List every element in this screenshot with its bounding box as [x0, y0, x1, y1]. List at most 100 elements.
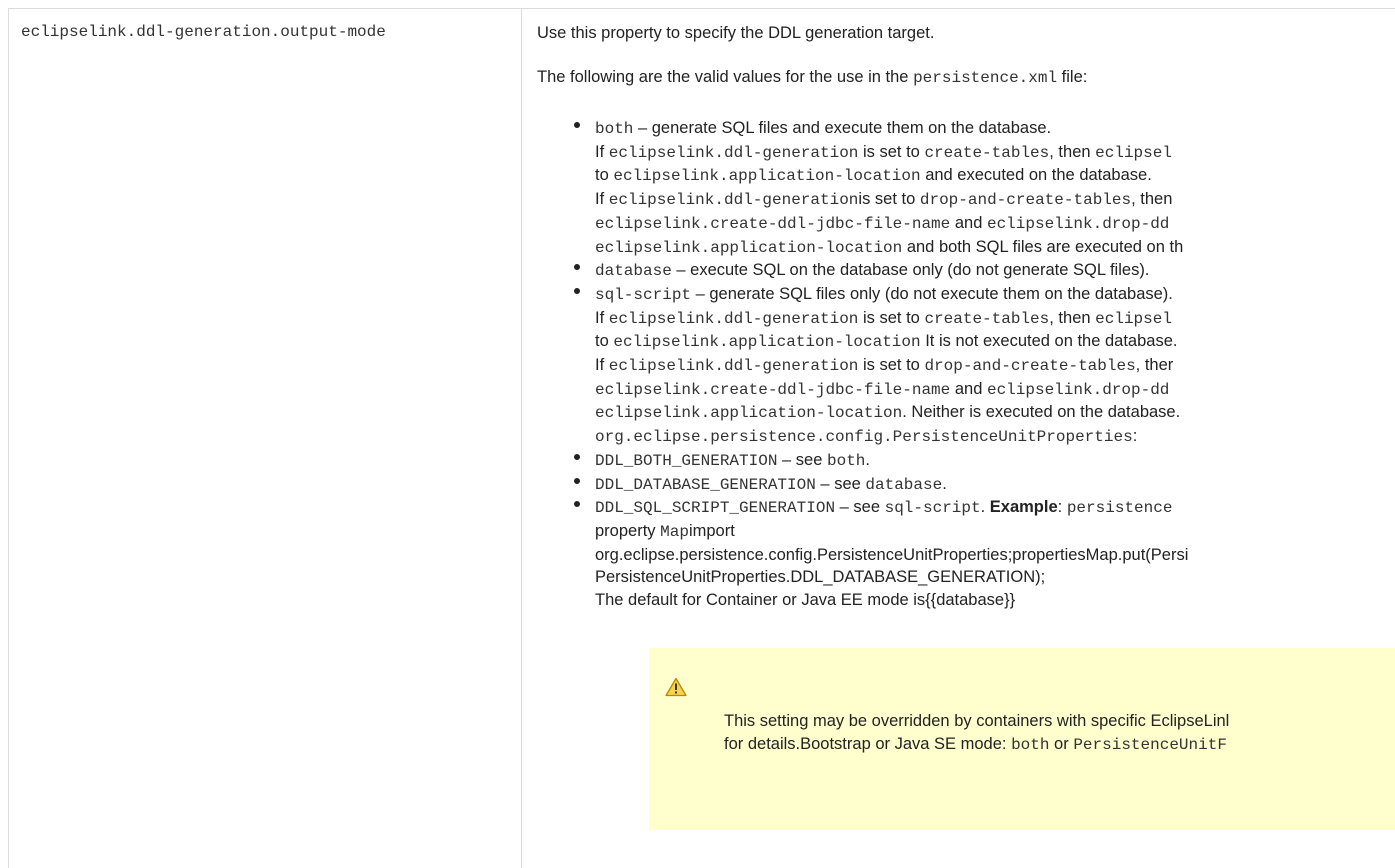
text-run: is set to: [858, 356, 925, 375]
warning-icon: [665, 677, 687, 697]
text-run: , ther: [1135, 356, 1174, 375]
valid-values-suffix: file:: [1057, 68, 1088, 86]
list-item-continuation: eclipselink.create-ddl-jdbc-file-name an…: [595, 212, 1188, 236]
text-run: :: [1057, 498, 1067, 517]
list-item-continuation: org.eclipse.persistence.config.Persisten…: [595, 544, 1188, 567]
inline-code: eclipselink.drop-dd: [986, 380, 1170, 399]
list-item-continuation: eclipselink.create-ddl-jdbc-file-name an…: [595, 378, 1188, 402]
note-line-2-or: or: [1049, 735, 1074, 753]
text-run: It is not executed on the database.: [920, 332, 1178, 351]
text-run: , then: [1131, 190, 1173, 209]
list-item-continuation: eclipselink.application-location and bot…: [595, 236, 1188, 260]
valid-values-list: both – generate SQL files and execute th…: [573, 117, 1188, 612]
text-run: – see: [777, 450, 827, 469]
text-run: PersistenceUnitProperties.DDL_DATABASE_G…: [595, 568, 1046, 587]
text-run: – generate SQL files and execute them on…: [633, 119, 1052, 137]
text-run: If: [595, 190, 609, 209]
note-line-2-text: for details.Bootstrap or Java SE mode:: [724, 735, 1012, 753]
list-item-continuation: to eclipselink.application-location It i…: [595, 330, 1188, 354]
inline-code: sql-script: [595, 285, 692, 304]
list-item-continuation: eclipselink.application-location. Neithe…: [595, 401, 1188, 425]
text-run: If: [595, 308, 609, 327]
text-run: , then: [1049, 142, 1096, 161]
text-run: If: [595, 142, 609, 161]
inline-code: database: [595, 262, 672, 281]
list-item-continuation: PersistenceUnitProperties.DDL_DATABASE_G…: [595, 566, 1188, 589]
property-name: eclipselink.ddl-generation.output-mode: [21, 23, 386, 41]
text-run: is set to: [858, 308, 925, 327]
list-item-continuation: If eclipselink.ddl-generationis set to d…: [595, 188, 1188, 212]
text-run: org.eclipse.persistence.config.Persisten…: [595, 545, 1189, 564]
text-run: is set to: [858, 142, 925, 161]
text-run: The default for Container or Java EE mod…: [595, 591, 1016, 610]
list-item-continuation: to eclipselink.application-location and …: [595, 164, 1188, 188]
note-line-1: This setting may be overridden by contai…: [724, 712, 1230, 730]
inline-code: drop-and-create-tables: [919, 191, 1132, 210]
text-run: If: [595, 356, 609, 375]
list-item: database – execute SQL on the database o…: [573, 259, 1188, 283]
list-item-continuation: The default for Container or Java EE mod…: [595, 589, 1188, 612]
text-run: , then: [1049, 308, 1096, 327]
valid-values-text: The following are the valid values for t…: [537, 68, 914, 86]
warning-note-text: This setting may be overridden by contai…: [724, 710, 1229, 757]
inline-code: create-tables: [924, 143, 1050, 162]
intro-paragraph: Use this property to specify the DDL gen…: [537, 24, 935, 42]
text-run: – see: [835, 498, 885, 517]
persistence-xml-code: persistence.xml: [913, 69, 1058, 87]
list-item: DDL_BOTH_GENERATION – see both.: [573, 449, 1188, 473]
note-line-2: for details.Bootstrap or Java SE mode: b…: [724, 733, 1229, 757]
text-run: . Neither is executed on the database.: [902, 403, 1181, 422]
text-run: and: [950, 379, 987, 398]
inline-code: create-tables: [924, 309, 1050, 328]
inline-code: both: [595, 120, 634, 138]
valid-values-paragraph: The following are the valid values for t…: [537, 68, 1087, 87]
bold-text: Example: [989, 498, 1058, 517]
text-run: .: [865, 450, 870, 469]
list-item: DDL_SQL_SCRIPT_GENERATION – see sql-scri…: [573, 496, 1188, 520]
list-item-continuation: If eclipselink.ddl-generation is set to …: [595, 141, 1188, 165]
text-run: – execute SQL on the database only (do n…: [671, 261, 1150, 280]
inline-code: DDL_DATABASE_GENERATION: [595, 475, 816, 494]
list-item: both – generate SQL files and execute th…: [573, 117, 1188, 141]
inline-code: DDL_SQL_SCRIPT_GENERATION: [595, 499, 836, 518]
list-item: sql-script – generate SQL files only (do…: [573, 283, 1188, 307]
property-name-cell: eclipselink.ddl-generation.output-mode: [8, 8, 522, 868]
inline-code: eclipselink.ddl-generation: [608, 357, 859, 376]
inline-code: org.eclipse.persistence.config.Persisten…: [595, 428, 1133, 447]
note-code-both: both: [1011, 736, 1050, 754]
inline-code: eclipselink.application-location: [613, 333, 921, 352]
inline-code: eclipselink.create-ddl-jdbc-file-name: [595, 380, 951, 399]
text-run: .: [980, 498, 990, 517]
text-run: and both SQL files are executed on th: [902, 237, 1184, 256]
inline-code: eclipselink.application-location: [595, 238, 903, 257]
inline-code: database: [865, 475, 943, 494]
text-run: property: [595, 521, 661, 540]
inline-code: eclipselink.ddl-generation: [608, 309, 859, 328]
text-run: to: [595, 332, 614, 351]
warning-note: This setting may be overridden by contai…: [649, 648, 1395, 830]
inline-code: Map: [660, 522, 689, 541]
text-run: .: [942, 474, 947, 493]
inline-code: eclipselink.application-location: [613, 167, 921, 186]
list-item-continuation: If eclipselink.ddl-generation is set to …: [595, 354, 1188, 378]
text-run: – see: [815, 474, 866, 493]
text-run: is set to: [858, 190, 920, 209]
text-run: import: [688, 521, 735, 540]
inline-code: drop-and-create-tables: [924, 357, 1136, 376]
text-run: to: [595, 166, 614, 185]
inline-code: eclipsel: [1095, 143, 1172, 162]
text-run: – generate SQL files only (do not execut…: [691, 284, 1173, 303]
inline-code: eclipselink.ddl-generation: [608, 143, 859, 162]
list-item-continuation: If eclipselink.ddl-generation is set to …: [595, 307, 1188, 331]
list-item: DDL_DATABASE_GENERATION – see database.: [573, 473, 1188, 497]
text-run: and executed on the database.: [920, 166, 1152, 185]
inline-code: persistence: [1066, 499, 1173, 518]
list-item-continuation: property Mapimport: [595, 520, 1188, 544]
text-run: :: [1132, 427, 1138, 446]
inline-code: eclipselink.ddl-generation: [608, 191, 859, 210]
inline-code: both: [826, 451, 866, 470]
text-run: and: [950, 213, 987, 232]
note-code-persistenceunit: PersistenceUnitF: [1073, 736, 1227, 754]
inline-code: sql-script: [884, 499, 981, 518]
list-item-continuation: org.eclipse.persistence.config.Persisten…: [595, 425, 1188, 449]
